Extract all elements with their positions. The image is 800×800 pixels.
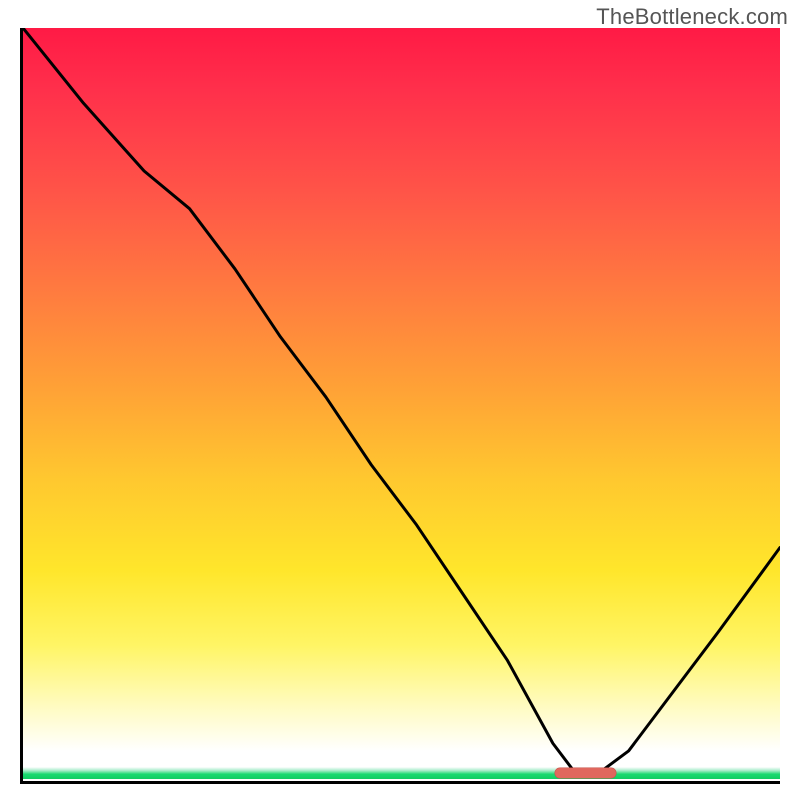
- watermark-text: TheBottleneck.com: [596, 4, 788, 30]
- trough-marker: [555, 768, 616, 778]
- chart-container: TheBottleneck.com: [0, 0, 800, 800]
- bottleneck-curve: [23, 28, 780, 781]
- plot-area: [20, 28, 780, 784]
